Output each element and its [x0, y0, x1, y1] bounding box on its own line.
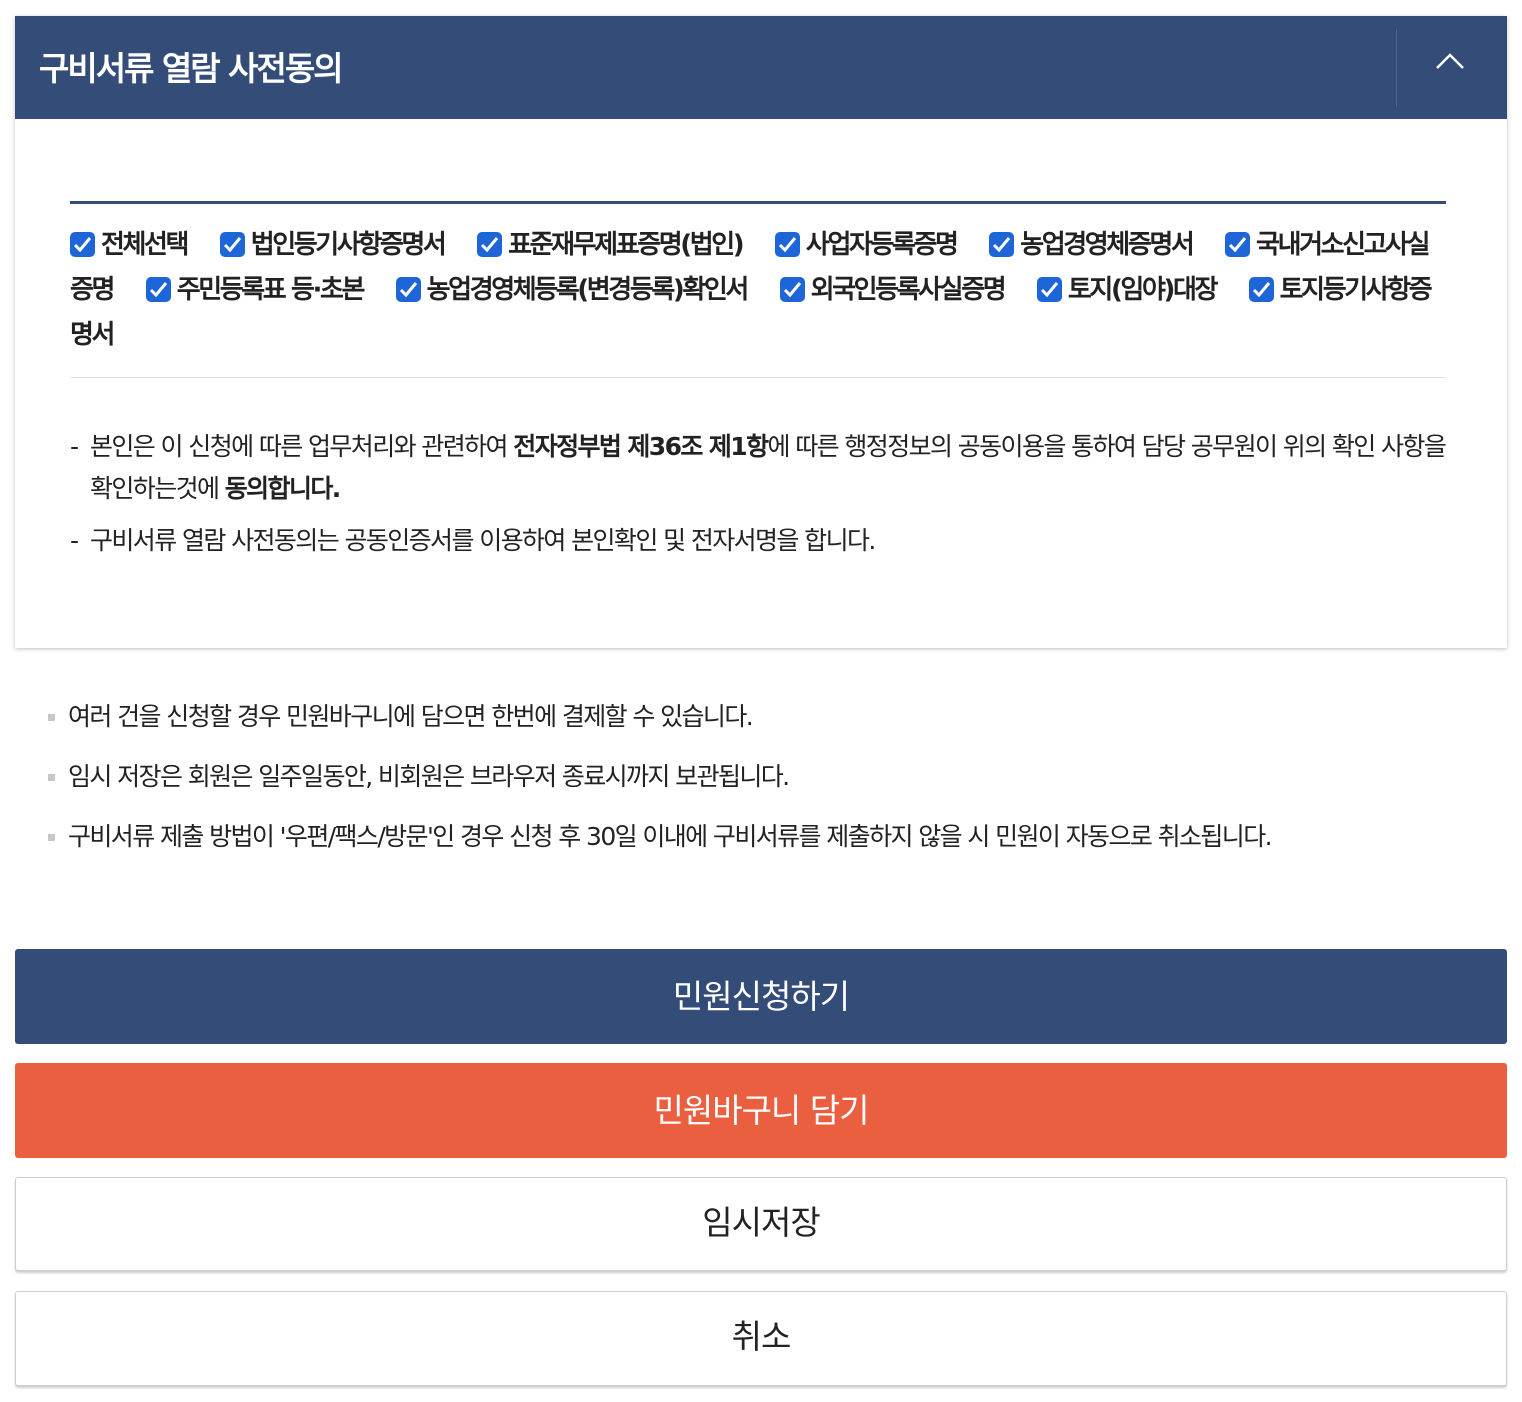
checkbox-checked-icon[interactable] — [1248, 277, 1274, 302]
law-reference: 전자정부법 제36조 제1항 — [513, 432, 769, 461]
checkbox-label: 표준재무제표증명(법인) — [508, 230, 745, 260]
consent-note-1: 본인은 이 신청에 따른 업무처리와 관련하여 전자정부법 제36조 제1항에 … — [70, 426, 1447, 510]
info-text: 구비서류 제출 방법이 '우편/팩스/방문'인 경우 신청 후 30일 이내에 … — [68, 822, 1273, 851]
checkbox-label: 토지(임야)대장 — [1067, 275, 1218, 305]
checkbox-label: 전체선택 — [101, 230, 189, 260]
checkbox-checked-icon[interactable] — [477, 232, 503, 257]
checkbox-checked-icon[interactable] — [989, 232, 1015, 257]
document-checkbox-9[interactable]: 토지(임야)대장 — [1036, 275, 1218, 305]
consent-notes: 본인은 이 신청에 따른 업무처리와 관련하여 전자정부법 제36조 제1항에 … — [70, 426, 1447, 572]
add-to-basket-button[interactable]: 민원바구니 담기 — [15, 1063, 1507, 1158]
consent-panel: 구비서류 열람 사전동의 전체선택 법인등기사항증명서 표준재무제표증명(법인)… — [15, 16, 1507, 648]
info-item: 임시 저장은 회원은 일주일동안, 비회원은 브라우저 종료시까지 보관됩니다. — [48, 755, 1488, 815]
document-checkbox-0[interactable]: 전체선택 — [70, 230, 189, 260]
checkbox-label: 주민등록표 등·초본 — [176, 275, 366, 305]
info-text: 임시 저장은 회원은 일주일동안, 비회원은 브라우저 종료시까지 보관됩니다. — [68, 762, 790, 791]
bullet-icon — [48, 714, 55, 721]
document-checkbox-6[interactable]: 주민등록표 등·초본 — [145, 275, 366, 305]
temp-save-button[interactable]: 임시저장 — [15, 1177, 1507, 1271]
document-checkbox-8[interactable]: 외국인등록사실증명 — [779, 275, 1007, 305]
panel-header: 구비서류 열람 사전동의 — [15, 16, 1507, 119]
checkbox-label: 사업자등록증명 — [805, 230, 959, 260]
cancel-button[interactable]: 취소 — [15, 1291, 1507, 1386]
checkbox-checked-icon[interactable] — [1225, 232, 1251, 257]
checkbox-checked-icon[interactable] — [219, 232, 245, 257]
document-checkbox-4[interactable]: 농업경영체증명서 — [989, 230, 1195, 260]
checkbox-label: 농업경영체등록(변경등록)확인서 — [426, 275, 750, 305]
checkbox-checked-icon[interactable] — [70, 232, 95, 257]
info-list: 여러 건을 신청할 경우 민원바구니에 담으면 한번에 결제할 수 있습니다. … — [48, 695, 1488, 875]
bullet-icon — [48, 774, 55, 781]
checkbox-label: 법인등기사항증명서 — [250, 230, 447, 260]
consent-agree-text: 동의합니다. — [224, 474, 342, 503]
collapse-button[interactable] — [1397, 16, 1507, 119]
checkbox-checked-icon[interactable] — [395, 277, 421, 302]
panel-title: 구비서류 열람 사전동의 — [39, 49, 344, 88]
checkbox-checked-icon[interactable] — [774, 232, 800, 257]
consent-note-text: 구비서류 열람 사전동의는 공동인증서를 이용하여 본인확인 및 전자서명을 합… — [90, 526, 876, 555]
checkbox-label: 농업경영체증명서 — [1020, 230, 1195, 260]
consent-note-text: 본인은 이 신청에 따른 업무처리와 관련하여 — [90, 432, 514, 461]
document-checkbox-7[interactable]: 농업경영체등록(변경등록)확인서 — [395, 275, 750, 305]
checkbox-checked-icon[interactable] — [1036, 277, 1062, 302]
document-checkbox-1[interactable]: 법인등기사항증명서 — [219, 230, 447, 260]
document-checkbox-2[interactable]: 표준재무제표증명(법인) — [477, 230, 745, 260]
info-text: 여러 건을 신청할 경우 민원바구니에 담으면 한번에 결제할 수 있습니다. — [68, 702, 754, 731]
document-checkbox-list: 전체선택 법인등기사항증명서 표준재무제표증명(법인) 사업자등록증명 농업경영… — [70, 201, 1446, 378]
info-item: 여러 건을 신청할 경우 민원바구니에 담으면 한번에 결제할 수 있습니다. — [48, 695, 1488, 755]
consent-note-2: 구비서류 열람 사전동의는 공동인증서를 이용하여 본인확인 및 전자서명을 합… — [70, 520, 1446, 562]
bullet-icon — [48, 834, 55, 841]
apply-button[interactable]: 민원신청하기 — [15, 949, 1507, 1044]
chevron-up-icon — [1436, 53, 1464, 69]
checkbox-checked-icon[interactable] — [145, 277, 171, 302]
checkbox-checked-icon[interactable] — [779, 277, 805, 302]
checkbox-label: 외국인등록사실증명 — [810, 275, 1007, 305]
info-item: 구비서류 제출 방법이 '우편/팩스/방문'인 경우 신청 후 30일 이내에 … — [48, 815, 1488, 875]
document-checkbox-3[interactable]: 사업자등록증명 — [774, 230, 959, 260]
